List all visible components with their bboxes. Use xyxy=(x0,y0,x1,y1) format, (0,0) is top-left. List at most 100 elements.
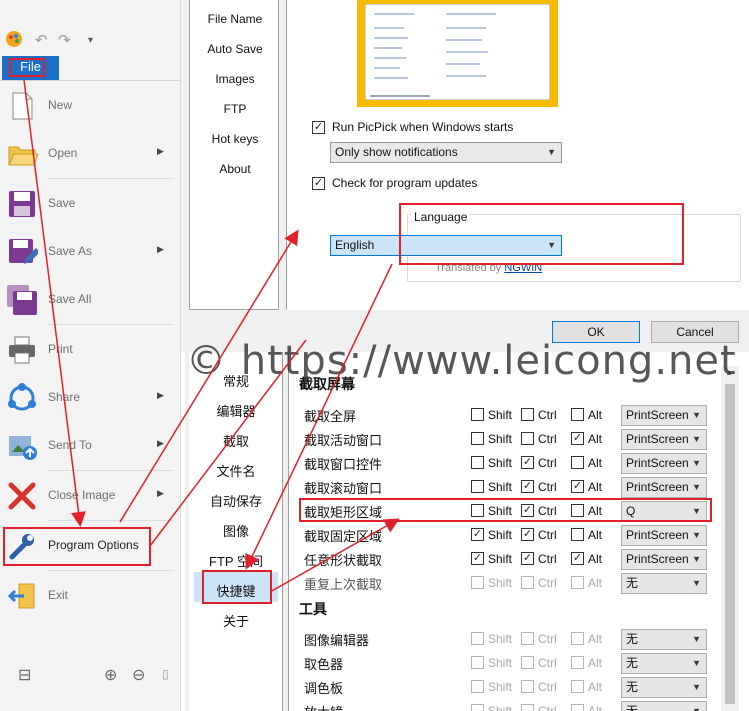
app-logo-icon[interactable] xyxy=(5,30,23,52)
ctrl-checkbox[interactable] xyxy=(521,576,534,589)
menu-item-label: Exit xyxy=(48,588,69,602)
hotkey-key-select[interactable]: PrintScreen ▼ xyxy=(621,429,707,450)
ctrl-checkbox[interactable]: ✓ xyxy=(521,456,534,469)
shift-checkbox[interactable] xyxy=(471,576,484,589)
menu-item-open[interactable]: Open ▶ xyxy=(0,132,181,176)
alt-checkbox[interactable]: ✓ xyxy=(571,552,584,565)
menu-item-save-as[interactable]: Save As ▶ xyxy=(0,230,181,274)
nav-item-editor[interactable]: 编辑器 xyxy=(189,401,283,420)
hotkeys-highlight xyxy=(202,570,272,604)
hotkey-key-select[interactable]: PrintScreen ▼ xyxy=(621,405,707,426)
alt-checkbox[interactable] xyxy=(571,656,584,669)
ctrl-checkbox[interactable] xyxy=(521,656,534,669)
alt-checkbox[interactable] xyxy=(571,632,584,645)
hotkey-key-select[interactable]: 无 ▼ xyxy=(621,677,707,698)
ctrl-checkbox[interactable] xyxy=(521,680,534,693)
save-all-icon xyxy=(6,284,38,316)
alt-checkbox[interactable] xyxy=(571,680,584,693)
shift-checkbox[interactable]: ✓ xyxy=(471,528,484,541)
nav-item-filename[interactable]: 文件名 xyxy=(189,461,283,480)
undo-icon[interactable]: ↶ xyxy=(35,31,48,49)
alt-checkbox[interactable] xyxy=(571,704,584,711)
file-tab[interactable]: File xyxy=(2,56,59,80)
run-on-start-label: Run PicPick when Windows starts xyxy=(332,120,514,134)
hotkey-key-select[interactable]: 无 ▼ xyxy=(621,653,707,674)
shift-checkbox[interactable]: ✓ xyxy=(471,552,484,565)
menu-item-save-all[interactable]: Save All xyxy=(0,278,181,322)
ctrl-label: Ctrl xyxy=(538,432,557,446)
ctrl-checkbox[interactable]: ✓ xyxy=(521,552,534,565)
ctrl-checkbox[interactable] xyxy=(521,408,534,421)
alt-checkbox[interactable] xyxy=(571,408,584,421)
menu-item-send-to[interactable]: Send To ▶ xyxy=(0,424,181,468)
alt-checkbox[interactable] xyxy=(571,528,584,541)
notification-mode-value: Only show notifications xyxy=(335,145,458,159)
fit-window-icon[interactable]: ⊟ xyxy=(18,665,31,685)
alt-checkbox[interactable] xyxy=(571,456,584,469)
notification-mode-select[interactable]: Only show notifications ▼ xyxy=(330,142,562,163)
check-updates-checkbox[interactable]: ✓ xyxy=(312,177,325,190)
hotkey-key-select[interactable]: 无 ▼ xyxy=(621,629,707,650)
ctrl-label: Ctrl xyxy=(538,408,557,422)
shift-checkbox[interactable] xyxy=(471,456,484,469)
chevron-down-icon: ▼ xyxy=(692,578,701,588)
share-icon xyxy=(6,382,38,414)
ctrl-checkbox[interactable]: ✓ xyxy=(521,528,534,541)
shift-checkbox[interactable] xyxy=(471,432,484,445)
nav-item-images[interactable]: Images xyxy=(190,72,280,86)
nav-item-file-name[interactable]: File Name xyxy=(190,12,280,26)
file-tab-highlight xyxy=(9,58,45,77)
ctrl-checkbox[interactable] xyxy=(521,632,534,645)
hotkey-key-select[interactable]: PrintScreen ▼ xyxy=(621,453,707,474)
ctrl-checkbox[interactable]: ✓ xyxy=(521,480,534,493)
redo-icon[interactable]: ↷ xyxy=(58,31,71,49)
menu-item-share[interactable]: Share ▶ xyxy=(0,376,181,420)
hotkey-row-label: 取色器 xyxy=(304,657,344,672)
nav-item-about[interactable]: About xyxy=(190,162,280,176)
shift-checkbox[interactable] xyxy=(471,656,484,669)
nav-item-about-cn[interactable]: 关于 xyxy=(189,611,283,630)
menu-item-label: Send To xyxy=(48,438,92,452)
nav-item-image[interactable]: 图像 xyxy=(189,521,283,540)
menu-item-print[interactable]: Print xyxy=(0,328,181,372)
hotkey-key-value: PrintScreen xyxy=(626,480,689,494)
nav-item-autosave[interactable]: 自动保存 xyxy=(189,491,283,510)
zoom-in-icon[interactable]: ⊕ xyxy=(104,665,117,685)
ctrl-checkbox[interactable] xyxy=(521,704,534,711)
nav-item-ftp-space[interactable]: FTP 空间 xyxy=(189,551,283,570)
nav-item-capture[interactable]: 截取 xyxy=(189,431,283,450)
shift-checkbox[interactable] xyxy=(471,704,484,711)
hotkey-key-select[interactable]: 无 ▼ xyxy=(621,701,707,711)
scrollbar-thumb[interactable] xyxy=(725,384,735,704)
customize-toolbar-icon[interactable]: ▾ xyxy=(88,35,93,46)
shift-checkbox[interactable] xyxy=(471,480,484,493)
nav-item-auto-save[interactable]: Auto Save xyxy=(190,42,280,56)
alt-label: Alt xyxy=(588,408,603,422)
nav-item-hot-keys[interactable]: Hot keys xyxy=(190,132,280,146)
vertical-scrollbar[interactable]: ▲ xyxy=(721,366,739,711)
hotkey-key-select[interactable]: PrintScreen ▼ xyxy=(621,477,707,498)
actual-size-icon[interactable]: ▯ xyxy=(162,667,169,681)
run-on-start-checkbox[interactable]: ✓ xyxy=(312,121,325,134)
shift-checkbox[interactable] xyxy=(471,680,484,693)
menu-item-save[interactable]: Save xyxy=(0,182,181,226)
alt-checkbox[interactable]: ✓ xyxy=(571,480,584,493)
shift-label: Shift xyxy=(488,632,513,646)
hotkey-key-select[interactable]: PrintScreen ▼ xyxy=(621,549,707,570)
alt-checkbox[interactable] xyxy=(571,576,584,589)
shift-checkbox[interactable] xyxy=(471,632,484,645)
hotkey-key-value: PrintScreen xyxy=(626,408,689,422)
chevron-down-icon: ▼ xyxy=(547,147,556,157)
program-options-dialog-cn: 常规 编辑器 截取 文件名 自动保存 图像 FTP 空间 快捷键 关于 截取屏幕… xyxy=(185,352,749,711)
alt-checkbox[interactable]: ✓ xyxy=(571,432,584,445)
options-nav-en: File Name Auto Save Images FTP Hot keys … xyxy=(189,0,279,310)
shift-checkbox[interactable] xyxy=(471,408,484,421)
hotkey-key-select[interactable]: PrintScreen ▼ xyxy=(621,525,707,546)
menu-item-close-image[interactable]: Close Image ▶ xyxy=(0,474,181,518)
hotkey-key-select[interactable]: 无 ▼ xyxy=(621,573,707,594)
menu-item-new[interactable]: New xyxy=(0,84,181,128)
nav-item-ftp[interactable]: FTP xyxy=(190,102,280,116)
menu-item-exit[interactable]: Exit xyxy=(0,574,181,618)
zoom-out-icon[interactable]: ⊖ xyxy=(132,665,145,685)
ctrl-checkbox[interactable] xyxy=(521,432,534,445)
